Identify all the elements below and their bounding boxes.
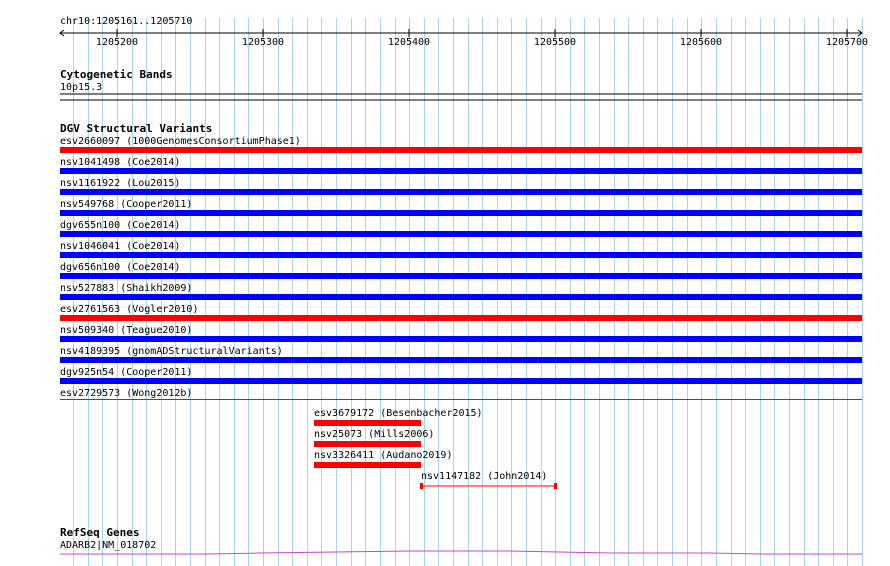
refseq-track: RefSeq Genes ADARB2|NM_018702 [60, 526, 862, 555]
dgv-feature-label[interactable]: nsv1161922 (Lou2015) [60, 178, 180, 189]
dgv-feature-bar[interactable] [60, 294, 862, 300]
cytoband-track: Cytogenetic Bands 10p15.3 [60, 68, 862, 101]
dgv-feature-bar[interactable] [60, 210, 862, 216]
dgv-feature-label[interactable]: nsv1046041 (Coe2014) [60, 241, 180, 252]
dgv-feature-label[interactable]: dgv656n100 (Coe2014) [60, 262, 180, 273]
dgv-feature-label[interactable]: nsv25073 (Mills2006) [314, 429, 434, 440]
dgv-feature-row[interactable]: dgv925n54 (Cooper2011) [60, 367, 862, 384]
dgv-feature-label[interactable]: nsv3326411 (Audano2019) [314, 450, 452, 461]
dgv-feature-label[interactable]: dgv655n100 (Coe2014) [60, 220, 180, 231]
ruler-tick-label: 1205400 [388, 37, 430, 48]
dgv-feature-bar[interactable] [60, 231, 862, 237]
dgv-feature-label[interactable]: nsv1147182 (John2014) [421, 471, 547, 482]
refseq-gene-label[interactable]: ADARB2|NM_018702 [60, 540, 156, 551]
ruler-track: chr10:1205161..1205710 1205200 1205300 120… [59, 16, 868, 48]
cytoband-label: 10p15.3 [60, 82, 102, 93]
dgv-feature-bar[interactable] [60, 252, 862, 258]
cytoband-track-title[interactable]: Cytogenetic Bands [60, 68, 173, 81]
genome-browser-view: chr10:1205161..1205710 1205200 1205300 120… [59, 16, 868, 566]
dgv-track: DGV Structural Variants esv2660097 (1000… [60, 122, 862, 489]
dgv-feature-bar[interactable] [314, 420, 421, 426]
dgv-feature-row[interactable]: dgv656n100 (Coe2014) [60, 262, 862, 279]
dgv-feature-row[interactable]: nsv509340 (Teague2010) [60, 325, 862, 342]
dgv-feature-row[interactable]: nsv25073 (Mills2006) [314, 429, 434, 447]
dgv-feature-bar[interactable] [60, 357, 862, 363]
refseq-gene-line[interactable] [60, 550, 862, 555]
dgv-feature-label[interactable]: nsv549768 (Cooper2011) [60, 199, 192, 210]
dgv-feature-bar[interactable] [60, 399, 862, 400]
dgv-feature-row[interactable]: nsv1161922 (Lou2015) [60, 178, 862, 195]
ruler-label: chr10:1205161..1205710 [60, 16, 192, 27]
dgv-feature-label[interactable]: esv2761563 (Vogler2010) [60, 304, 198, 315]
dgv-feature-bar[interactable] [314, 441, 421, 447]
ruler-tick-label: 1205700 [826, 37, 868, 48]
dgv-feature-bar[interactable] [60, 189, 862, 195]
dgv-feature-row[interactable]: nsv549768 (Cooper2011) [60, 199, 862, 216]
dgv-feature-row[interactable]: nsv1147182 (John2014) [420, 471, 557, 489]
dgv-feature-bar[interactable] [60, 147, 862, 153]
dgv-feature-bar[interactable] [60, 315, 862, 321]
dgv-feature-row[interactable]: nsv1046041 (Coe2014) [60, 241, 862, 258]
dgv-full-rows: esv2660097 (1000GenomesConsortiumPhase1)… [60, 136, 862, 400]
dgv-feature-label[interactable]: nsv1041498 (Coe2014) [60, 157, 180, 168]
dgv-feature-label[interactable]: dgv925n54 (Cooper2011) [60, 367, 192, 378]
dgv-feature-bar[interactable] [60, 336, 862, 342]
dgv-feature-endcap [420, 483, 423, 489]
dgv-feature-row[interactable]: esv2660097 (1000GenomesConsortiumPhase1) [60, 136, 862, 153]
dgv-feature-label[interactable]: nsv527883 (Shaikh2009) [60, 283, 192, 294]
ruler-tick-label: 1205600 [680, 37, 722, 48]
ruler-tick-label: 1205200 [96, 37, 138, 48]
dgv-feature-row[interactable]: dgv655n100 (Coe2014) [60, 220, 862, 237]
dgv-track-title[interactable]: DGV Structural Variants [60, 122, 212, 135]
dgv-feature-row[interactable]: esv2729573 (Wong2012b) [60, 388, 862, 400]
dgv-feature-endcap [554, 483, 557, 489]
dgv-partial-features: esv3679172 (Besenbacher2015) nsv25073 (Mi… [314, 408, 557, 489]
dgv-feature-row[interactable]: nsv1041498 (Coe2014) [60, 157, 862, 174]
dgv-feature-label[interactable]: nsv4189395 (gnomADStructuralVariants) [60, 346, 283, 357]
dgv-feature-label[interactable]: nsv509340 (Teague2010) [60, 325, 192, 336]
dgv-feature-row[interactable]: nsv527883 (Shaikh2009) [60, 283, 862, 300]
dgv-feature-bar[interactable] [60, 378, 862, 384]
dgv-feature-bar[interactable] [60, 273, 862, 279]
dgv-feature-row[interactable]: esv3679172 (Besenbacher2015) [314, 408, 483, 426]
refseq-track-title[interactable]: RefSeq Genes [60, 526, 139, 539]
dgv-feature-label[interactable]: esv2660097 (1000GenomesConsortiumPhase1) [60, 136, 301, 147]
ruler-tick-label: 1205300 [242, 37, 284, 48]
dgv-feature-bar[interactable] [60, 168, 862, 174]
dgv-feature-label[interactable]: esv3679172 (Besenbacher2015) [314, 408, 483, 419]
dgv-feature-label[interactable]: esv2729573 (Wong2012b) [60, 388, 192, 399]
dgv-feature-row[interactable]: nsv4189395 (gnomADStructuralVariants) [60, 346, 862, 363]
ruler-tick-label: 1205500 [534, 37, 576, 48]
dgv-feature-row[interactable]: nsv3326411 (Audano2019) [314, 450, 452, 468]
dgv-feature-bar[interactable] [314, 462, 421, 468]
dgv-feature-row[interactable]: esv2761563 (Vogler2010) [60, 304, 862, 321]
